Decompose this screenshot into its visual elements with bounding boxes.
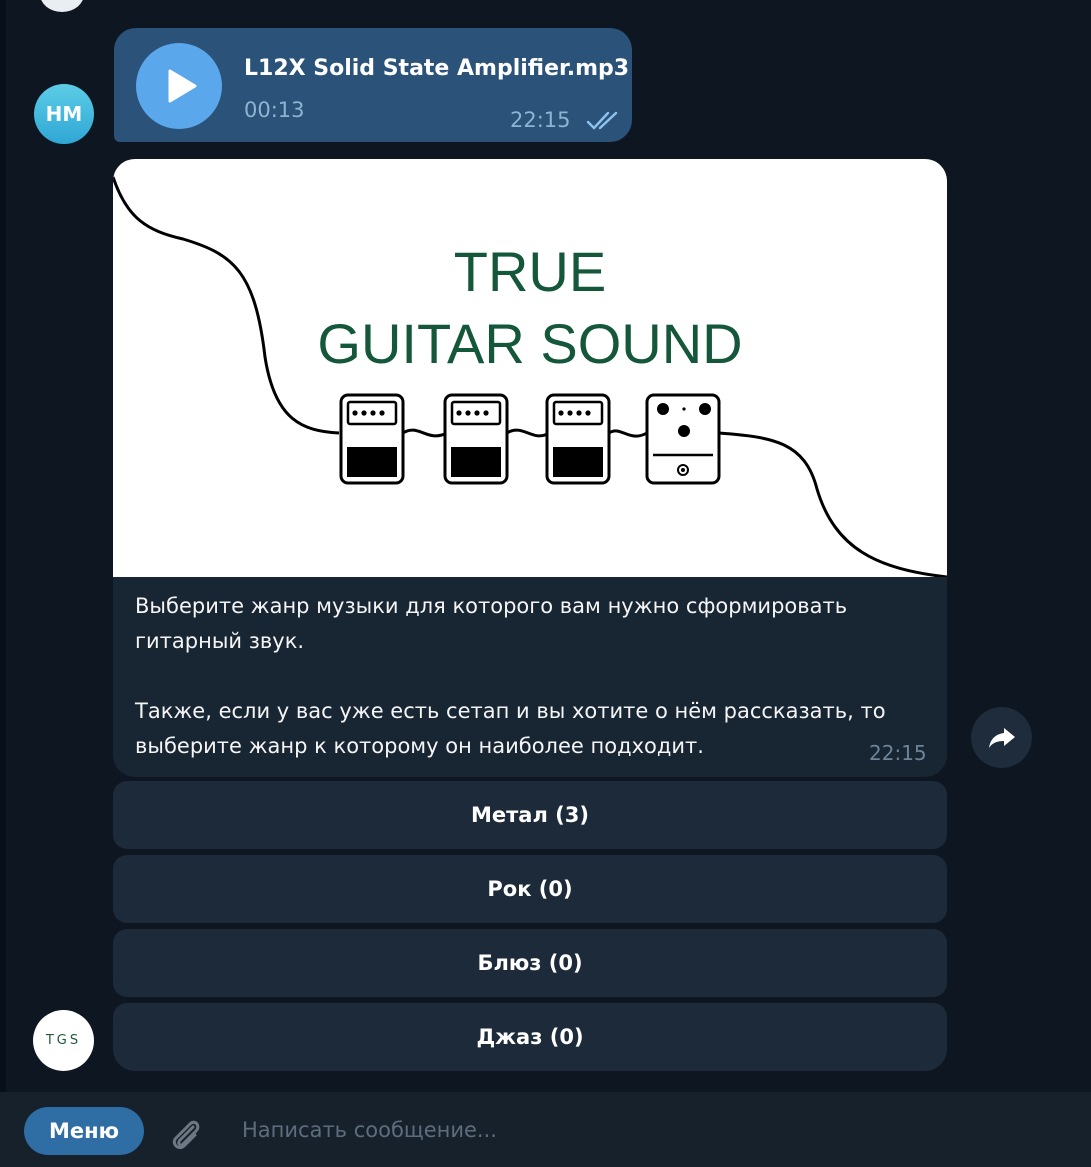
audio-duration: 00:13 [244, 98, 305, 122]
sender-avatar-initials: HM [45, 102, 83, 126]
menu-button[interactable]: Меню [24, 1107, 144, 1155]
left-divider [0, 0, 6, 1167]
bot-avatar-text: TGS [45, 1033, 82, 1048]
pedal-1 [339, 393, 405, 485]
genre-button-blues[interactable]: Блюз (0) [113, 929, 947, 997]
audio-message-time: 22:15 [510, 108, 571, 132]
forward-icon [988, 727, 1015, 748]
message-input[interactable] [242, 1112, 1042, 1148]
message-paragraph-2: Также, если у вас уже есть сетап и вы хо… [135, 699, 886, 758]
message-composer: Меню [0, 1092, 1091, 1167]
logo-title-line2: GUITAR SOUND [317, 312, 743, 375]
audio-message: L12X Solid State Amplifier.mp3 00:13 22:… [114, 28, 632, 142]
message-paragraph-1: Выберите жанр музыки для которого вам ну… [135, 594, 848, 653]
genre-button-rock[interactable]: Рок (0) [113, 855, 947, 923]
double-check-icon [586, 111, 618, 130]
pedal-3 [545, 393, 611, 485]
forward-button[interactable] [971, 707, 1032, 768]
message-time: 22:15 [869, 741, 927, 765]
logo-title-line1: TRUE [453, 240, 607, 303]
chat-area: HM L12X Solid State Amplifier.mp3 00:13 … [0, 0, 1091, 1167]
pedal-4 [645, 393, 721, 485]
play-icon [168, 69, 197, 103]
message-text: Выберите жанр музыки для которого вам ну… [135, 589, 935, 764]
pedal-2 [443, 393, 509, 485]
bot-avatar[interactable]: TGS [33, 1010, 94, 1071]
genre-button-metal[interactable]: Метал (3) [113, 781, 947, 849]
sender-avatar[interactable]: HM [34, 84, 94, 144]
genre-button-jazz[interactable]: Джаз (0) [113, 1003, 947, 1071]
audio-file-name: L12X Solid State Amplifier.mp3 [244, 56, 630, 81]
play-button[interactable] [136, 43, 222, 129]
paperclip-icon[interactable] [166, 1116, 206, 1156]
message-image[interactable]: TRUE GUITAR SOUND [113, 159, 947, 577]
bot-message: TRUE GUITAR SOUND Выберите жанр музыки д… [113, 159, 947, 777]
previous-avatar [40, 0, 84, 12]
